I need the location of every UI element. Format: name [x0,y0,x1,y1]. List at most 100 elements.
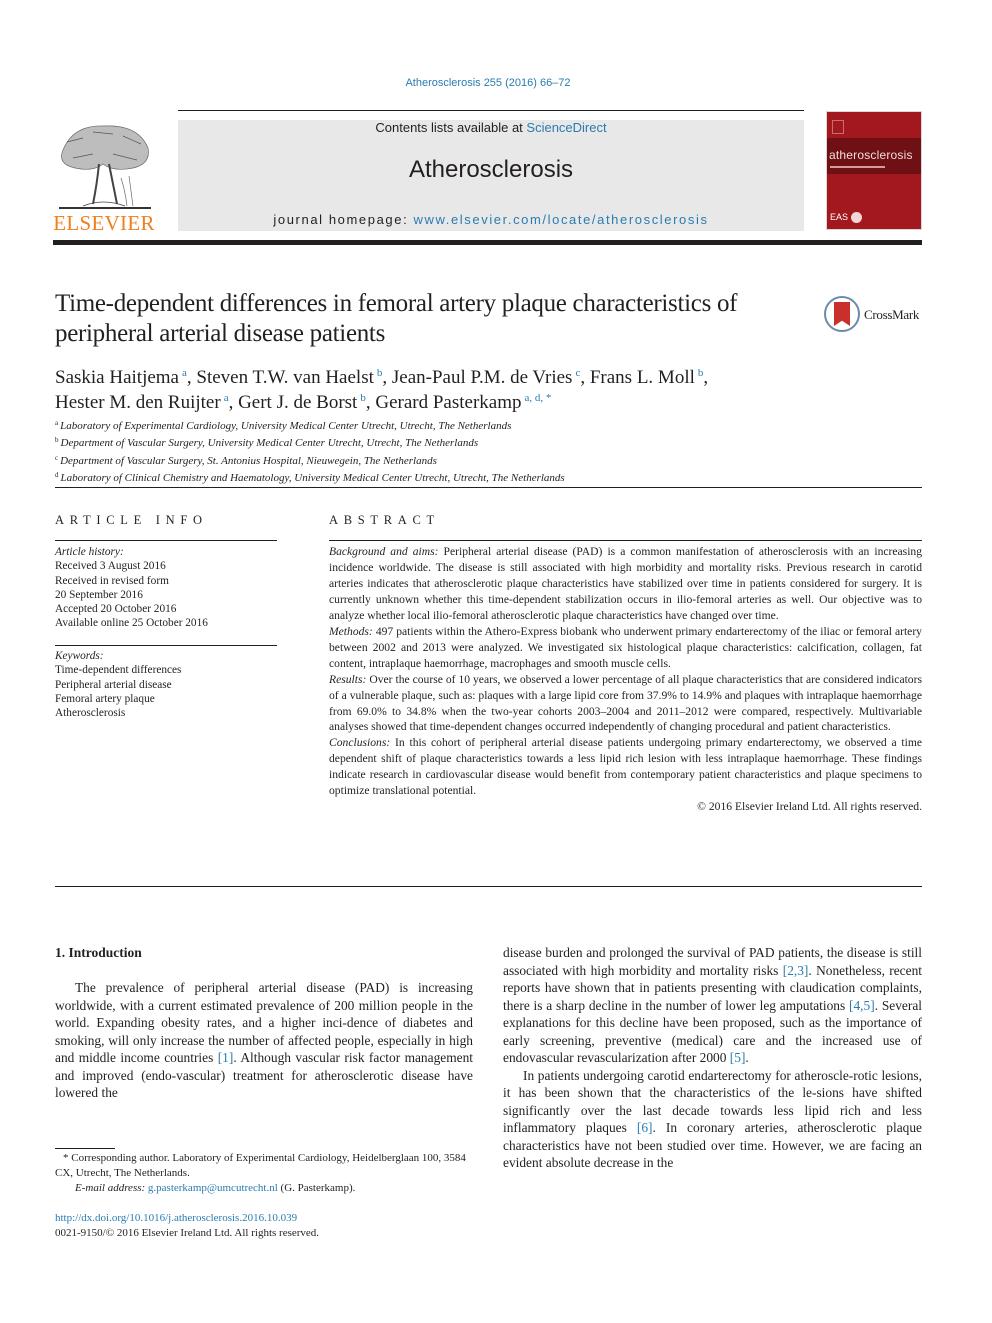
reference-link[interactable]: [4,5] [849,998,875,1013]
cover-subtitle-line [830,166,885,168]
body-column-left: The prevalence of peripheral arterial di… [55,979,473,1102]
author[interactable]: Gerard Pasterkamp a, d, * [375,392,551,413]
sciencedirect-link[interactable]: ScienceDirect [526,120,606,135]
crossmark-icon [824,296,860,332]
affiliation-key: c [55,453,59,462]
affiliation-text: Department of Vascular Surgery, Universi… [60,437,479,450]
author[interactable]: Gert J. de Borst b [238,392,366,413]
cover-title: atherosclerosis [829,148,913,162]
elsevier-tree-icon [59,125,151,209]
affiliation: a Laboratory of Experimental Cardiology, … [55,416,855,433]
abstract-section: Results: Over the course of 10 years, we… [329,672,922,736]
author[interactable]: Frans L. Moll b [590,367,704,388]
history-item: Received 3 August 2016 [55,560,166,573]
reference-link[interactable]: [5] [730,1050,746,1065]
email-label: E-mail address: [75,1182,146,1194]
keywords: Keywords: Time-dependent differences Per… [55,649,277,720]
affiliation-key: a [55,419,59,427]
author-separator: , [228,392,239,413]
affiliation: b Department of Vascular Surgery, Univers… [55,433,855,450]
journal-cover-thumbnail[interactable]: atherosclerosis EAS [826,111,922,230]
abstract-rule [329,540,922,541]
author[interactable]: Steven T.W. van Haelst b [196,367,382,388]
author-name[interactable]: Saskia Haitjema [55,367,179,388]
affiliation-marker[interactable]: a, d, * [524,392,551,404]
email-note: E-mail address: g.pasterkamp@umcutrecht.… [55,1181,473,1196]
doi-block: http://dx.doi.org/10.1016/j.atherosclero… [55,1211,473,1241]
section-heading-introduction: 1. Introduction [55,945,142,960]
author[interactable]: Jean-Paul P.M. de Vries c [392,367,580,388]
article-title: Time-dependent differences in femoral ar… [55,290,738,347]
crossmark-button[interactable]: CrossMark [824,296,924,334]
affiliation-text: Laboratory of Clinical Chemistry and Hae… [60,472,565,485]
email-link[interactable]: g.pasterkamp@umcutrecht.nl [148,1182,278,1194]
body-paragraph: In patients undergoing carotid endartere… [503,1067,922,1172]
author-list: Saskia Haitjema a, Steven T.W. van Haelst… [55,363,855,413]
abstract-section: Conclusions: In this cohort of periphera… [329,735,922,799]
author-name[interactable]: Frans L. Moll [590,367,695,388]
affiliation-key: d [55,471,59,480]
journal-name: Atherosclerosis [408,156,574,183]
issn-copyright: 0021-9150/© 2016 Elsevier Ireland Ltd. A… [55,1227,320,1239]
affiliation: d Laboratory of Clinical Chemistry and Ha… [55,468,855,485]
elsevier-logo[interactable]: ELSEVIER [53,120,155,236]
author-separator: , [365,392,376,413]
abstract-section-label: Methods: [329,624,373,638]
author-name[interactable]: Hester M. den Ruijter [55,392,221,413]
affiliation-text: Department of Vascular Surgery, St. Anto… [60,454,437,467]
section-rule [55,487,922,488]
abstract-section-text: Over the course of 10 years, we observed… [329,672,922,734]
journal-citation-link[interactable]: Atherosclerosis 255 (2016) 66–72 [0,77,976,89]
abstract-heading: ABSTRACT [329,513,440,527]
affiliation-key: b [55,436,59,445]
keyword: Femoral artery plaque [55,692,155,705]
abstract-section-label: Conclusions: [329,736,391,750]
doi-link[interactable]: http://dx.doi.org/10.1016/j.atherosclero… [55,1212,297,1224]
footnotes: * Corresponding author. Laboratory of Ex… [55,1151,473,1196]
author[interactable]: Saskia Haitjema a [55,367,187,388]
history-item: 20 September 2016 [55,588,143,601]
reference-link[interactable]: [2,3] [783,963,809,978]
keyword: Atherosclerosis [55,707,126,720]
article-history: Article history: Received 3 August 2016 … [55,545,277,631]
body-paragraph: disease burden and prolonged the surviva… [503,944,922,1067]
header-rule [178,110,804,111]
footnote-rule [55,1148,115,1149]
header-thick-rule [53,240,922,245]
abstract-bottom-rule [55,886,922,887]
corresponding-author-note: * Corresponding author. Laboratory of Ex… [55,1152,466,1179]
author-name[interactable]: Gert J. de Borst [238,392,357,413]
homepage-prefix: journal homepage: [273,212,414,227]
author[interactable]: Hester M. den Ruijter a [55,392,229,413]
author-separator: , [186,367,197,388]
contents-prefix: Contents lists available at [375,120,527,135]
history-item: Accepted 20 October 2016 [55,603,177,616]
affiliations: a Laboratory of Experimental Cardiology, … [55,416,855,486]
author-name[interactable]: Gerard Pasterkamp [375,392,521,413]
author-name[interactable]: Jean-Paul P.M. de Vries [392,367,573,388]
abstract-section-label: Results: [329,672,367,686]
history-label: Article history: [55,546,124,558]
abstract-section: Background and aims: Peripheral arterial… [329,544,922,624]
affiliation: c Department of Vascular Surgery, St. Ant… [55,451,855,468]
cover-emblem-icon [832,120,844,134]
reference-link[interactable]: [6] [637,1120,653,1135]
keyword: Time-dependent differences [55,664,182,677]
reference-link[interactable]: [1] [218,1050,234,1065]
article-info-heading: ARTICLE INFO [55,513,208,527]
cover-society-logo: EAS [830,212,849,222]
abstract-section-text: In this cohort of peripheral arterial di… [329,736,922,798]
journal-homepage-link[interactable]: www.elsevier.com/locate/atherosclerosis [414,212,709,227]
abstract-section-label: Background and aims: [329,545,439,558]
author-separator: , [703,367,709,388]
history-item: Available online 25 October 2016 [55,617,208,630]
elsevier-wordmark: ELSEVIER [53,211,155,235]
author-separator: , [580,367,590,388]
article-info-rule [55,540,277,541]
author-name[interactable]: Steven T.W. van Haelst [196,367,373,388]
article-info-rule [55,645,277,646]
abstract-section: Methods: 497 patients within the Athero-… [329,624,922,672]
keywords-label: Keywords: [55,650,104,662]
history-item: Received in revised form [55,574,169,587]
crossmark-label: CrossMark [864,307,920,322]
